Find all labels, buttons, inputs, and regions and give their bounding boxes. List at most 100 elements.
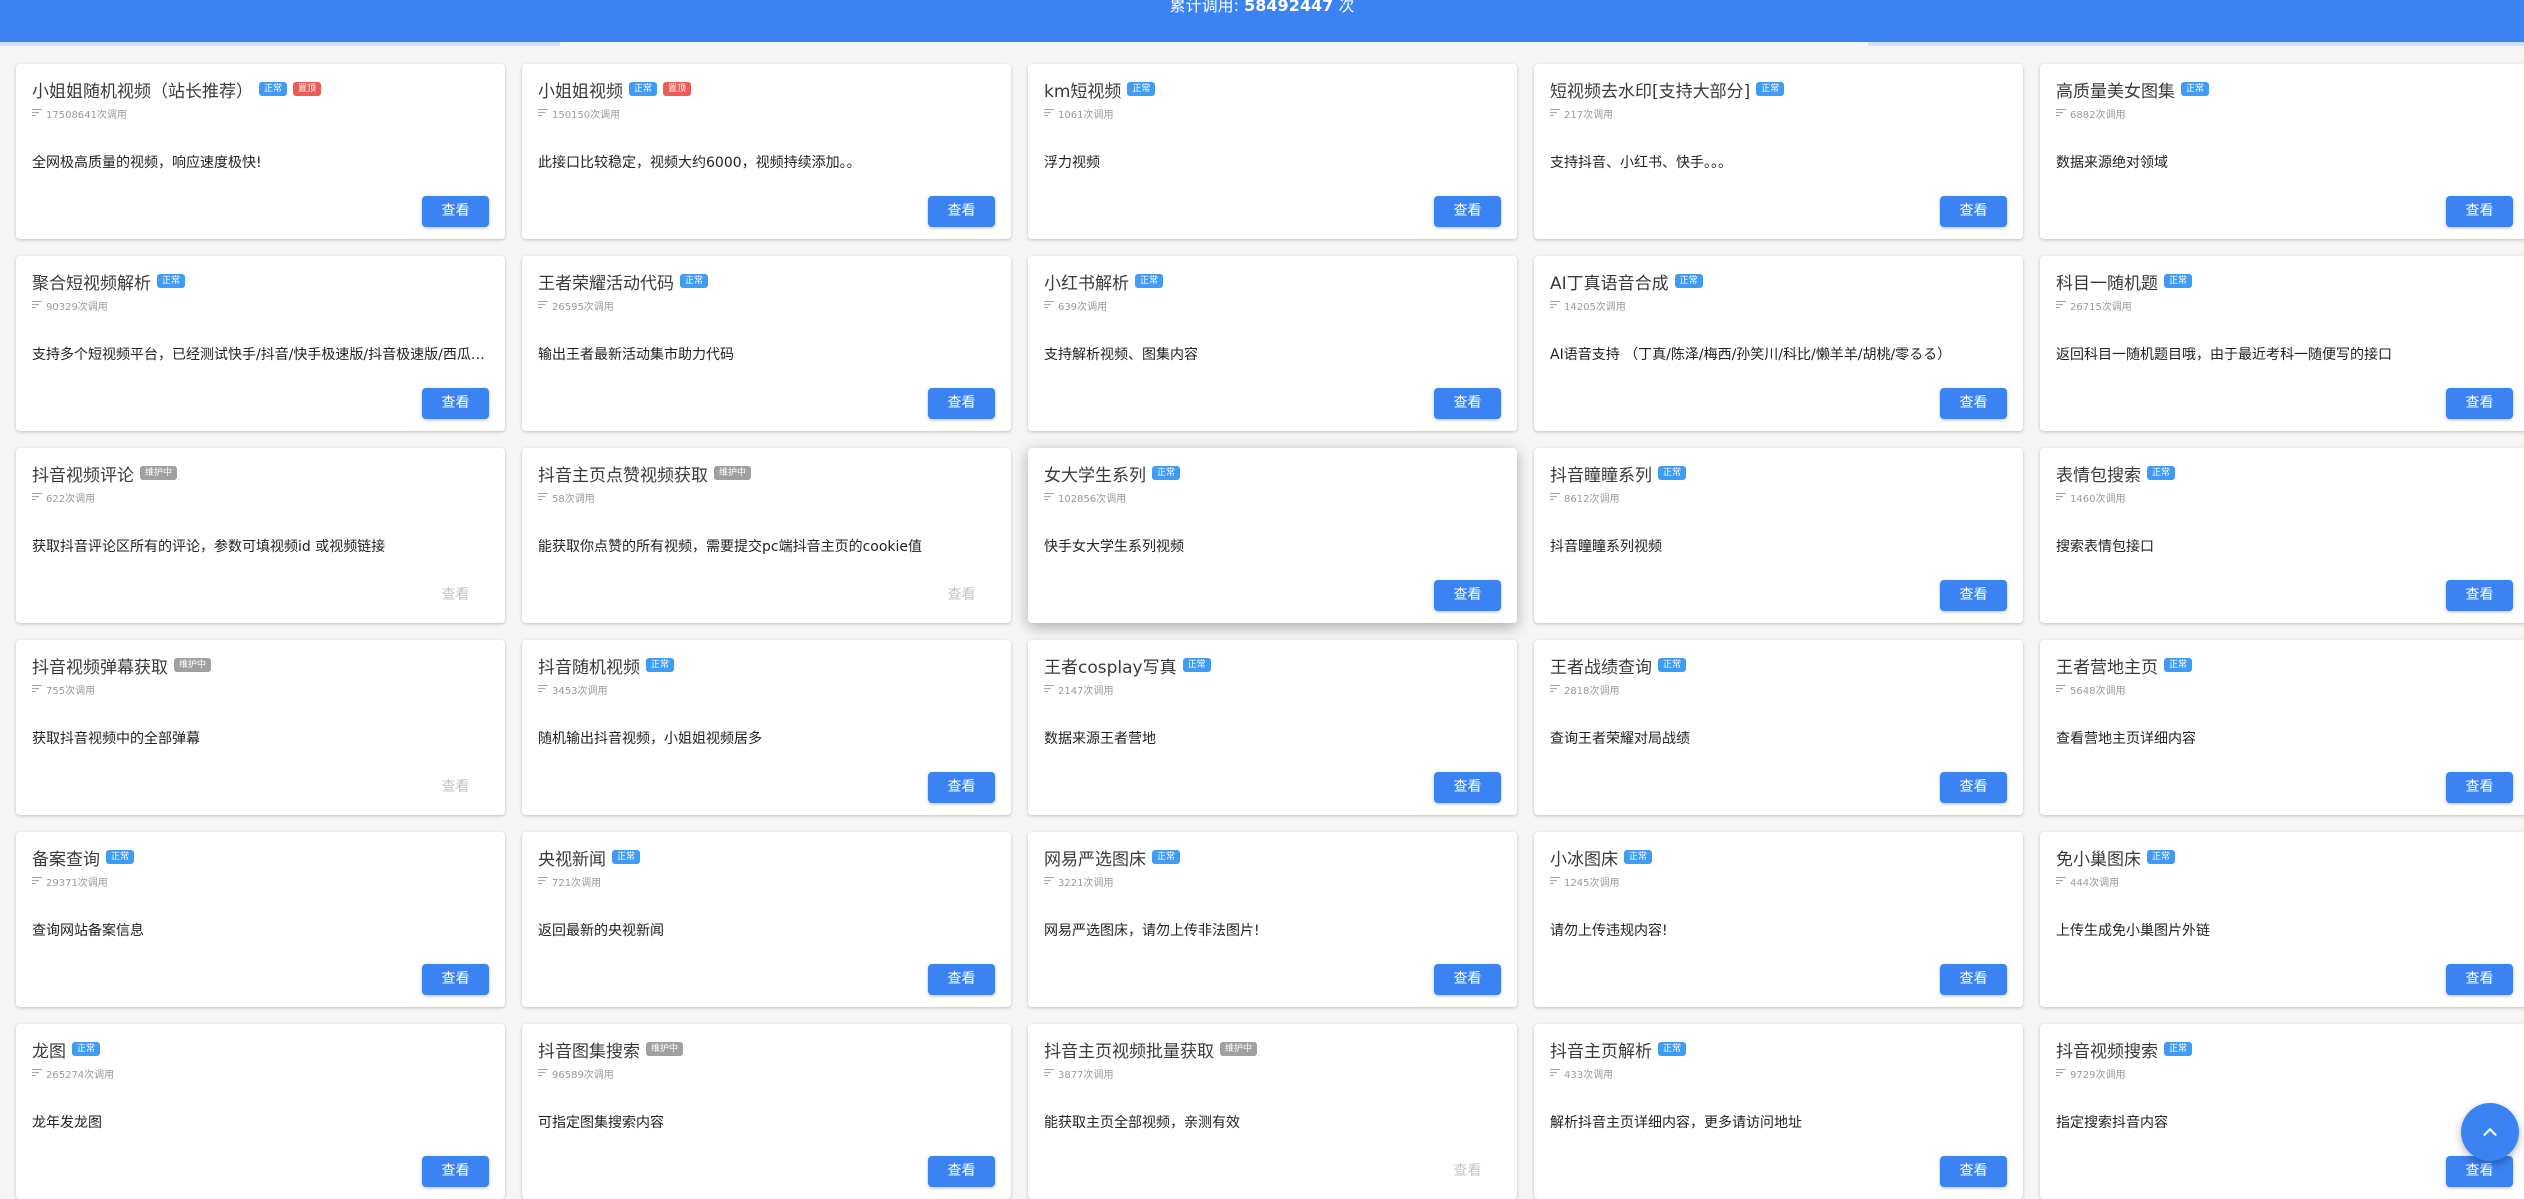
view-button[interactable]: 查看 (928, 772, 995, 803)
view-button[interactable]: 查看 (2446, 196, 2513, 227)
view-button[interactable]: 查看 (422, 1156, 489, 1187)
api-card-header: 抖音视频搜索 正常 (2056, 1036, 2513, 1062)
api-title: 抖音随机视频 (538, 657, 640, 678)
status-badge: 正常 (157, 274, 186, 288)
view-button[interactable]: 查看 (1940, 772, 2007, 803)
view-button[interactable]: 查看 (928, 1156, 995, 1187)
api-card-header: 网易严选图床 正常 (1044, 844, 1501, 870)
view-button[interactable]: 查看 (422, 964, 489, 995)
call-count-row: 265274次调用 (32, 1066, 114, 1081)
view-button[interactable]: 查看 (422, 196, 489, 227)
call-count-row: 217次调用 (1550, 106, 1613, 121)
api-description: 支持抖音、小红书、快手。。。 (1550, 155, 1732, 171)
status-badge: 正常 (1624, 850, 1653, 864)
api-card-header: 小姐姐视频 正常 置顶 (538, 76, 995, 102)
api-description: 上传生成免小巢图片外链 (2056, 923, 2210, 939)
api-title: km短视频 (1044, 81, 1122, 102)
call-count: 721次调用 (552, 877, 602, 889)
api-title: 王者荣耀活动代码 (538, 273, 674, 294)
status-badge: 正常 (2147, 466, 2176, 480)
chevron-up-icon (2483, 1128, 2497, 1136)
api-title: 小冰图床 (1550, 849, 1618, 870)
api-card-header: 抖音瞳瞳系列 正常 (1550, 460, 2007, 486)
api-description: 输出王者最新活动集市助力代码 (538, 347, 734, 363)
sort-lines-icon (2056, 109, 2066, 117)
call-count-row: 26715次调用 (2056, 298, 2132, 313)
view-button[interactable]: 查看 (422, 388, 489, 419)
view-button[interactable]: 查看 (928, 964, 995, 995)
api-title: 抖音主页视频批量获取 (1044, 1041, 1214, 1062)
view-button[interactable]: 查看 (1940, 388, 2007, 419)
sort-lines-icon (1044, 1069, 1054, 1077)
view-button[interactable]: 查看 (928, 388, 995, 419)
api-title: 表情包搜索 (2056, 465, 2141, 486)
view-button[interactable]: 查看 (1434, 580, 1501, 611)
call-count: 639次调用 (1058, 301, 1108, 313)
call-count: 14205次调用 (1564, 301, 1626, 313)
api-card-header: 备案查询 正常 (32, 844, 489, 870)
api-card: 免小巢图床 正常 444次调用 上传生成免小巢图片外链 查看 (2040, 832, 2524, 1007)
view-button[interactable]: 查看 (2446, 772, 2513, 803)
api-card-header: 抖音随机视频 正常 (538, 652, 995, 678)
api-title: 抖音主页解析 (1550, 1041, 1652, 1062)
view-button[interactable]: 查看 (1940, 580, 2007, 611)
api-card-header: 抖音视频弹幕获取 维护中 (32, 652, 489, 678)
status-badge: 维护中 (646, 1042, 684, 1056)
api-title: 小姐姐视频 (538, 81, 623, 102)
api-description: 搜索表情包接口 (2056, 539, 2154, 555)
api-description: 快手女大学生系列视频 (1044, 539, 1184, 555)
view-button[interactable]: 查看 (1940, 196, 2007, 227)
call-count: 150150次调用 (552, 109, 621, 121)
view-button[interactable]: 查看 (2446, 964, 2513, 995)
back-to-top-button[interactable] (2461, 1103, 2519, 1161)
view-button[interactable]: 查看 (1434, 196, 1501, 227)
api-card-header: 科目一随机题 正常 (2056, 268, 2513, 294)
api-card-header: 抖音主页视频批量获取 维护中 (1044, 1036, 1501, 1062)
api-title: 短视频去水印[支持大部分] (1550, 81, 1751, 102)
api-card: 龙图 正常 265274次调用 龙年发龙图 查看 (16, 1024, 505, 1199)
api-description: 获取抖音评论区所有的评论，参数可填视频id 或视频链接 (32, 539, 386, 555)
api-title: 抖音瞳瞳系列 (1550, 465, 1652, 486)
api-description: 能获取你点赞的所有视频，需要提交pc端抖音主页的cookie值 (538, 539, 923, 555)
top-progress-fill (560, 42, 1868, 46)
view-button[interactable]: 查看 (1434, 388, 1501, 419)
call-count-row: 433次调用 (1550, 1066, 1613, 1081)
view-button[interactable]: 查看 (2446, 1156, 2513, 1187)
api-title: 央视新闻 (538, 849, 606, 870)
status-badge: 正常 (1152, 850, 1181, 864)
api-title: 抖音视频搜索 (2056, 1041, 2158, 1062)
view-button[interactable]: 查看 (1940, 964, 2007, 995)
status-badge: 正常 (1756, 82, 1785, 96)
api-description: 支持解析视频、图集内容 (1044, 347, 1198, 363)
view-button[interactable]: 查看 (1940, 1156, 2007, 1187)
view-button[interactable]: 查看 (2446, 580, 2513, 611)
api-description: 返回科目一随机题目哦，由于最近考科一随便写的接口 (2056, 347, 2392, 363)
view-button[interactable]: 查看 (928, 196, 995, 227)
view-button[interactable]: 查看 (1434, 772, 1501, 803)
sort-lines-icon (1044, 877, 1054, 885)
status-badge: 维护中 (1220, 1042, 1258, 1056)
call-count-row: 1061次调用 (1044, 106, 1113, 121)
api-title: 小红书解析 (1044, 273, 1129, 294)
call-count-row: 3453次调用 (538, 682, 607, 697)
view-button[interactable]: 查看 (1434, 964, 1501, 995)
api-title: 抖音视频弹幕获取 (32, 657, 168, 678)
api-card-header: 央视新闻 正常 (538, 844, 995, 870)
api-card: 央视新闻 正常 721次调用返回最新的央视新闻查看 (522, 832, 1011, 1007)
api-description: 龙年发龙图 (32, 1115, 102, 1131)
top-stats-bar: 累计调用: 58492447 次 (0, 0, 2524, 46)
call-count: 58次调用 (552, 493, 595, 505)
api-card-header: 小冰图床 正常 (1550, 844, 2007, 870)
call-count-row: 58次调用 (538, 490, 595, 505)
call-count-row: 17508641次调用 (32, 106, 127, 121)
api-card: 高质量美女图集 正常 6882次调用 数据来源绝对领域 查看 (2040, 64, 2524, 239)
sort-lines-icon (32, 301, 42, 309)
api-card: km短视频 正常 1061次调用 浮力视频 查看 (1028, 64, 1517, 239)
api-card-header: 短视频去水印[支持大部分] 正常 (1550, 76, 2007, 102)
status-badge: 维护中 (174, 658, 212, 672)
api-description: 返回最新的央视新闻 (538, 923, 664, 939)
sort-lines-icon (2056, 301, 2066, 309)
call-count-row: 8612次调用 (1550, 490, 1619, 505)
view-button: 查看 (422, 772, 489, 803)
view-button[interactable]: 查看 (2446, 388, 2513, 419)
